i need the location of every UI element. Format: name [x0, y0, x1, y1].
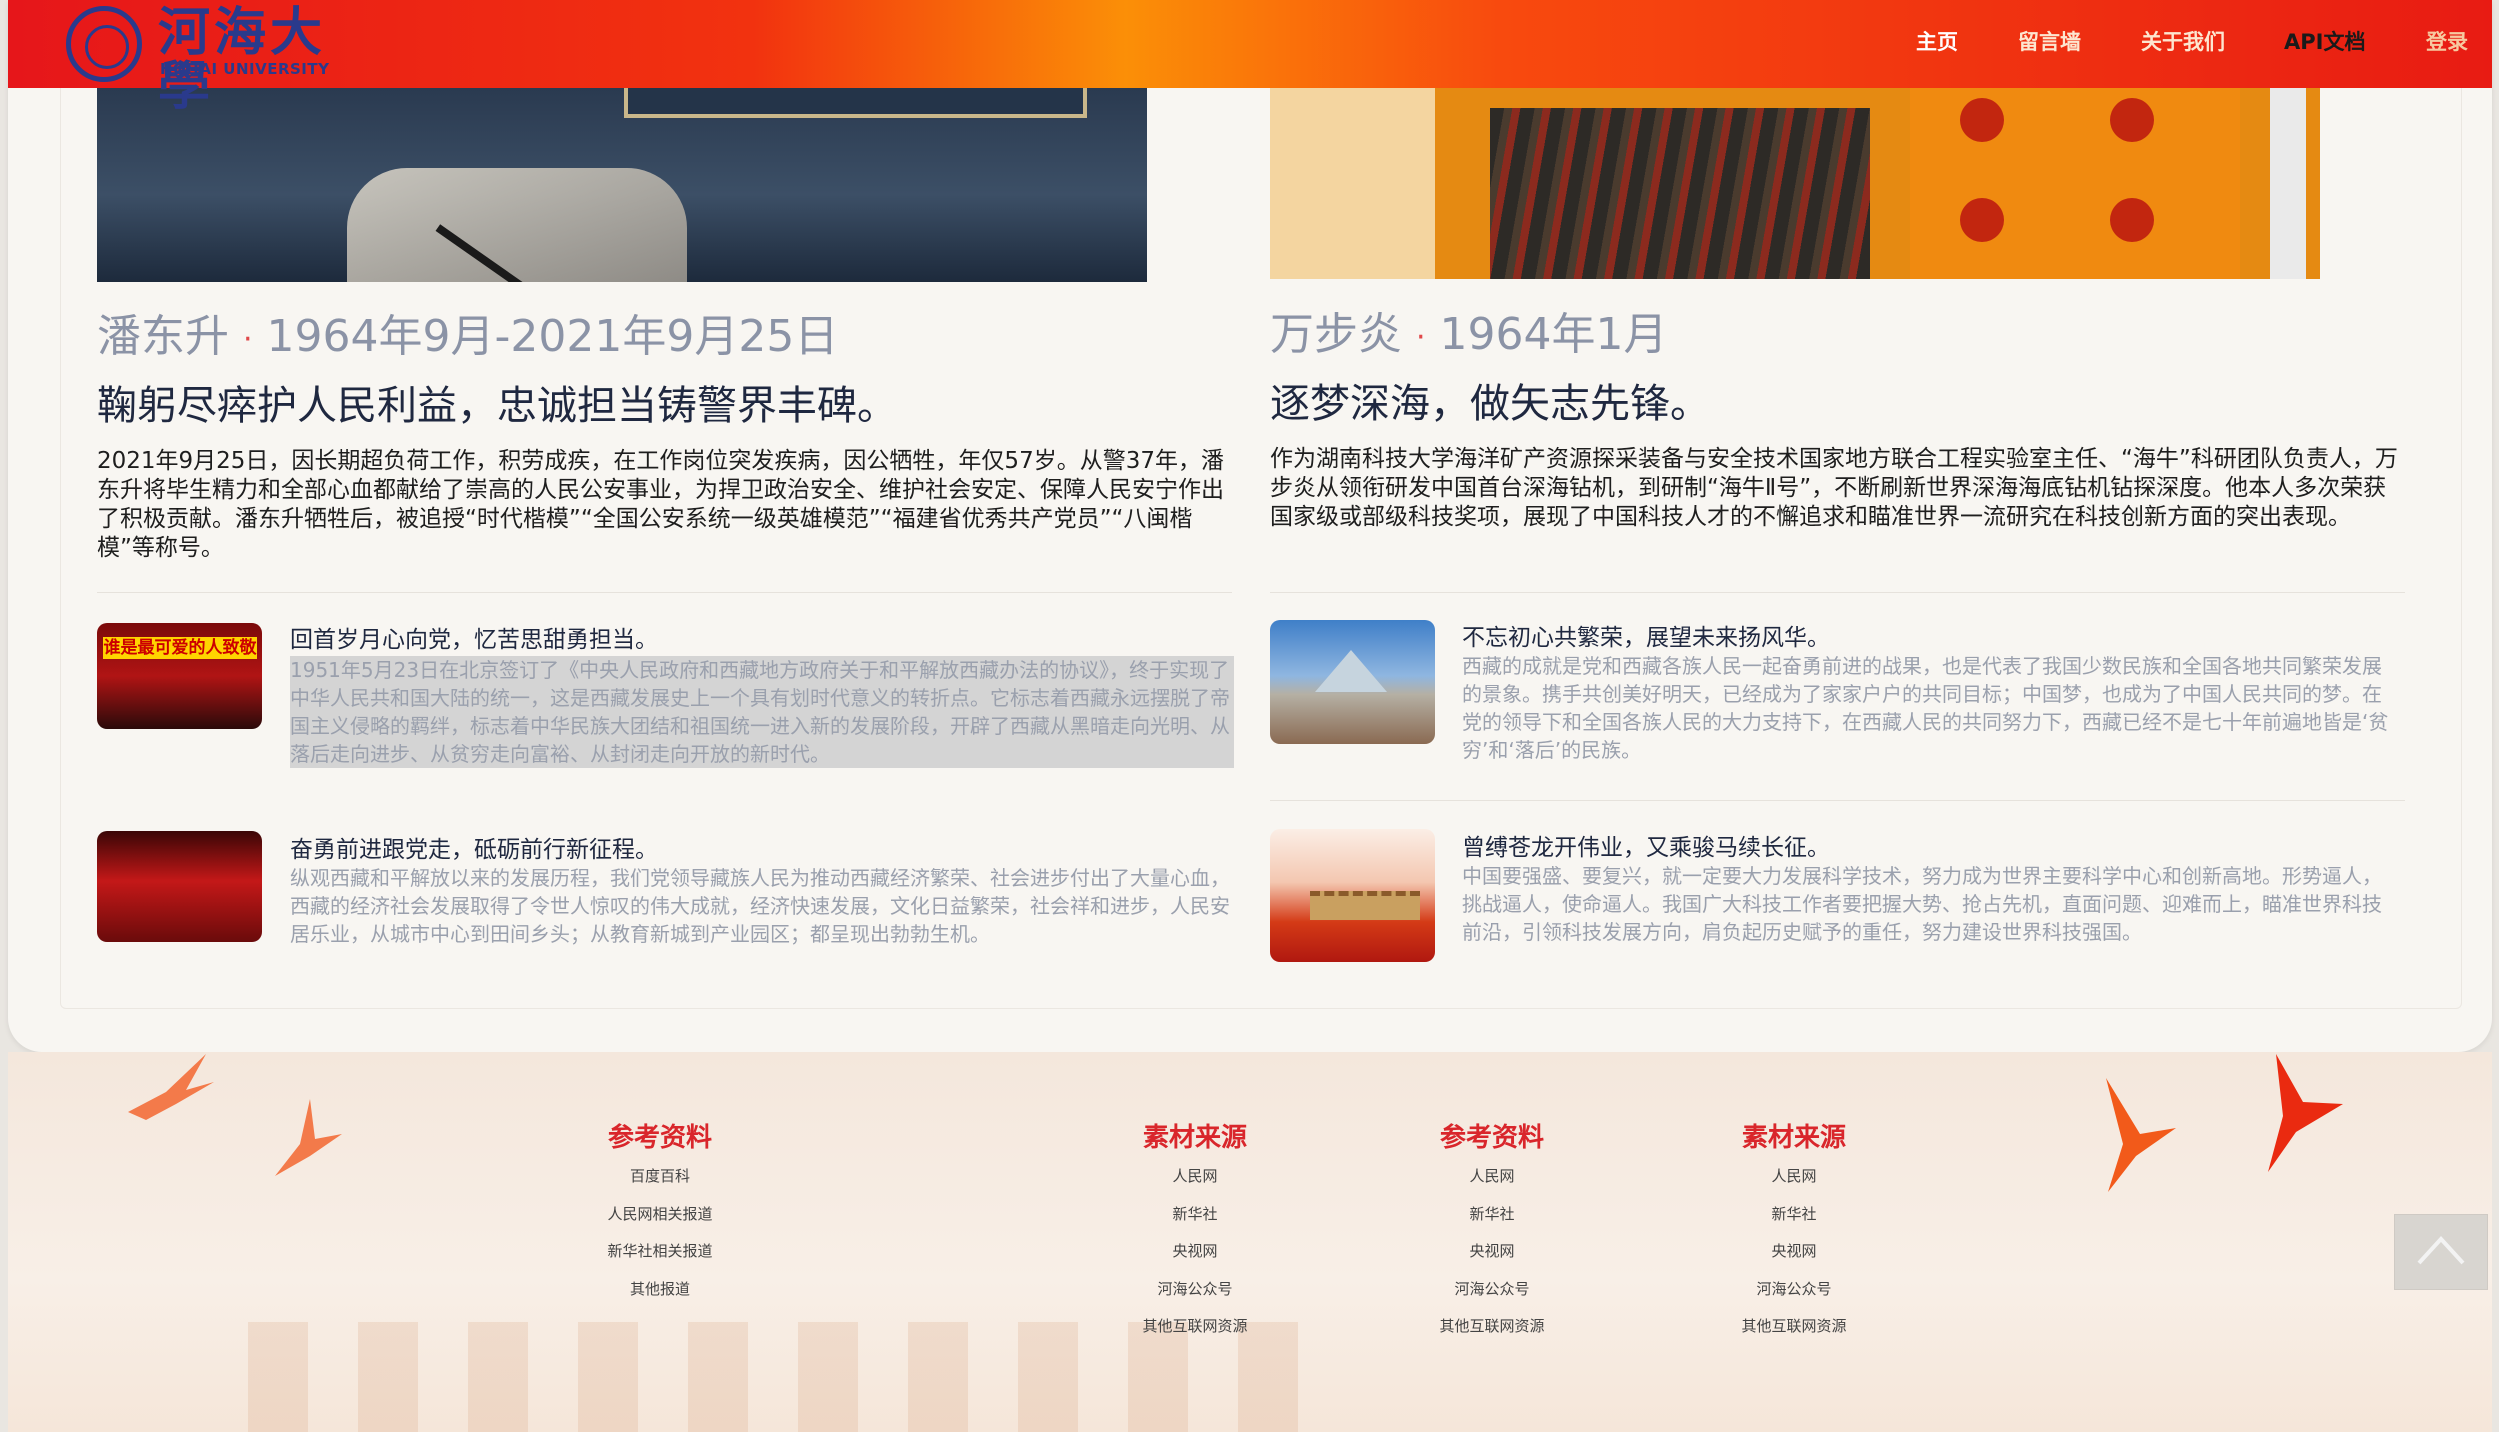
drill-hole: [2110, 98, 2154, 142]
hero-plaque: [624, 88, 1087, 118]
item-title[interactable]: 不忘初心共繁荣，展望未来扬风华。: [1462, 618, 1830, 652]
footer-link[interactable]: 河海公众号: [1372, 1271, 1612, 1309]
nav-login[interactable]: 登录: [2426, 26, 2468, 56]
article-name: 万步炎 · 1964年1月: [1270, 298, 1668, 362]
great-wall-shape: [1310, 891, 1420, 920]
footer-column-title: 参考资料: [1439, 1123, 1544, 1153]
footer-link[interactable]: 河海公众号: [1674, 1271, 1914, 1309]
footer-link[interactable]: 央视网: [1075, 1233, 1315, 1271]
hero-figure: [347, 168, 687, 282]
footer-link[interactable]: 新华社: [1674, 1196, 1914, 1234]
footer-link[interactable]: 人民网相关报道: [540, 1196, 780, 1234]
drill-cables: [1490, 108, 1870, 279]
item-description: 1951年5月23日在北京签订了《中央人民政府和西藏地方政府关于和平解放西藏办法…: [290, 656, 1234, 768]
hero-image-police: [97, 88, 1147, 282]
item-title[interactable]: 回首岁月心向党，忆苦思甜勇担当。: [290, 620, 658, 654]
footer-link[interactable]: 人民网: [1674, 1158, 1914, 1196]
footer-link[interactable]: 百度百科: [540, 1158, 780, 1196]
person-name: 万步炎: [1270, 309, 1402, 360]
back-to-top-button[interactable]: [2394, 1214, 2488, 1290]
nav-about-us[interactable]: 关于我们: [2141, 26, 2225, 56]
university-seal-icon: [66, 6, 142, 82]
item-thumbnail[interactable]: [97, 831, 262, 942]
university-logo[interactable]: 河海大學 HOHAI UNIVERSITY: [60, 4, 350, 114]
footer-link[interactable]: 新华社相关报道: [540, 1233, 780, 1271]
logo-english-name: HOHAI UNIVERSITY: [160, 60, 330, 78]
item-description: 纵观西藏和平解放以来的发展历程，我们党领导藏族人民为推动西藏经济繁荣、社会进步付…: [290, 866, 1230, 946]
footer-column-title: 素材来源: [1741, 1123, 1846, 1153]
footer-link[interactable]: 新华社: [1372, 1196, 1612, 1234]
footer-column: 参考资料 百度百科 人民网相关报道 新华社相关报道 其他报道: [540, 1118, 780, 1308]
hero-image-drill: [1270, 88, 2320, 279]
person-name: 潘东升: [97, 311, 229, 362]
footer: 参考资料 百度百科 人民网相关报道 新华社相关报道 其他报道 素材来源 人民网 …: [8, 1052, 2492, 1432]
item-thumbnail[interactable]: [1270, 620, 1435, 744]
chevron-up-icon: [2417, 1236, 2465, 1265]
footer-link[interactable]: 其他互联网资源: [1674, 1308, 1914, 1346]
bird-icon: [2268, 1054, 2343, 1172]
nav-home[interactable]: 主页: [1916, 26, 1958, 56]
footer-link[interactable]: 河海公众号: [1075, 1271, 1315, 1309]
item-thumbnail[interactable]: 谁是最可爱的人致敬: [97, 623, 262, 729]
footer-link[interactable]: 央视网: [1674, 1233, 1914, 1271]
drill-frame: [1270, 88, 1435, 279]
divider: [97, 592, 1232, 593]
footer-link[interactable]: 其他互联网资源: [1372, 1308, 1612, 1346]
drill-hole: [1960, 98, 2004, 142]
footer-link[interactable]: 其他互联网资源: [1075, 1308, 1315, 1346]
footer-link[interactable]: 新华社: [1075, 1196, 1315, 1234]
drill-hole: [2110, 198, 2154, 242]
bird-icon: [275, 1099, 342, 1176]
thumbnail-caption: 谁是最可爱的人致敬: [103, 637, 257, 659]
drill-rod: [2270, 88, 2306, 279]
divider: [1270, 800, 2405, 801]
article-body: 2021年9月25日，因长期超负荷工作，积劳成疾，在工作岗位突发疾病，因公牺牲，…: [97, 448, 1224, 561]
item-description: 西藏的成就是党和西藏各族人民一起奋勇前进的战果，也是代表了我国少数民族和全国各地…: [1462, 654, 2389, 762]
nav-api-docs[interactable]: API文档: [2284, 26, 2365, 56]
separator-dot: ·: [1416, 319, 1426, 355]
article-headline: 鞠躬尽瘁护人民利益，忠诚担当铸警界丰碑。: [97, 383, 897, 429]
person-dates: 1964年9月-2021年9月25日: [266, 311, 839, 362]
footer-column: 参考资料 人民网 新华社 央视网 河海公众号 其他互联网资源: [1372, 1118, 1612, 1346]
article-body: 作为湖南科技大学海洋矿产资源探采装备与安全技术国家地方联合工程实验室主任、“海牛…: [1270, 446, 2398, 530]
item-title[interactable]: 曾缚苍龙开伟业，又乘骏马续长征。: [1462, 828, 1830, 862]
footer-column-title: 素材来源: [1142, 1123, 1247, 1153]
footer-link[interactable]: 人民网: [1075, 1158, 1315, 1196]
drill-hole: [1960, 198, 2004, 242]
footer-column-title: 参考资料: [607, 1123, 712, 1153]
footer-link[interactable]: 其他报道: [540, 1271, 780, 1309]
footer-column: 素材来源 人民网 新华社 央视网 河海公众号 其他互联网资源: [1075, 1118, 1315, 1346]
footer-link[interactable]: 人民网: [1372, 1158, 1612, 1196]
article-name: 潘东升 · 1964年9月-2021年9月25日: [97, 300, 838, 364]
footer-column: 素材来源 人民网 新华社 央视网 河海公众号 其他互联网资源: [1674, 1118, 1914, 1346]
article-headline: 逐梦深海，做矢志先锋。: [1270, 381, 1710, 427]
bird-icon: [128, 1054, 214, 1120]
top-navigation-bar: 河海大學 HOHAI UNIVERSITY 主页 留言墙 关于我们 API文档 …: [8, 0, 2492, 114]
item-title[interactable]: 奋勇前进跟党走，砥砺前行新征程。: [290, 830, 658, 864]
separator-dot: ·: [243, 321, 253, 357]
divider: [1270, 592, 2405, 593]
item-description: 中国要强盛、要复兴，就一定要大力发展科学技术，努力成为世界主要科学中心和创新高地…: [1462, 864, 2382, 944]
person-dates: 1964年1月: [1439, 309, 1668, 360]
item-thumbnail[interactable]: [1270, 829, 1435, 962]
footer-link[interactable]: 央视网: [1372, 1233, 1612, 1271]
bird-icon: [2106, 1078, 2176, 1192]
nav-message-wall[interactable]: 留言墙: [2018, 26, 2081, 56]
monument-shape: [1315, 650, 1387, 692]
